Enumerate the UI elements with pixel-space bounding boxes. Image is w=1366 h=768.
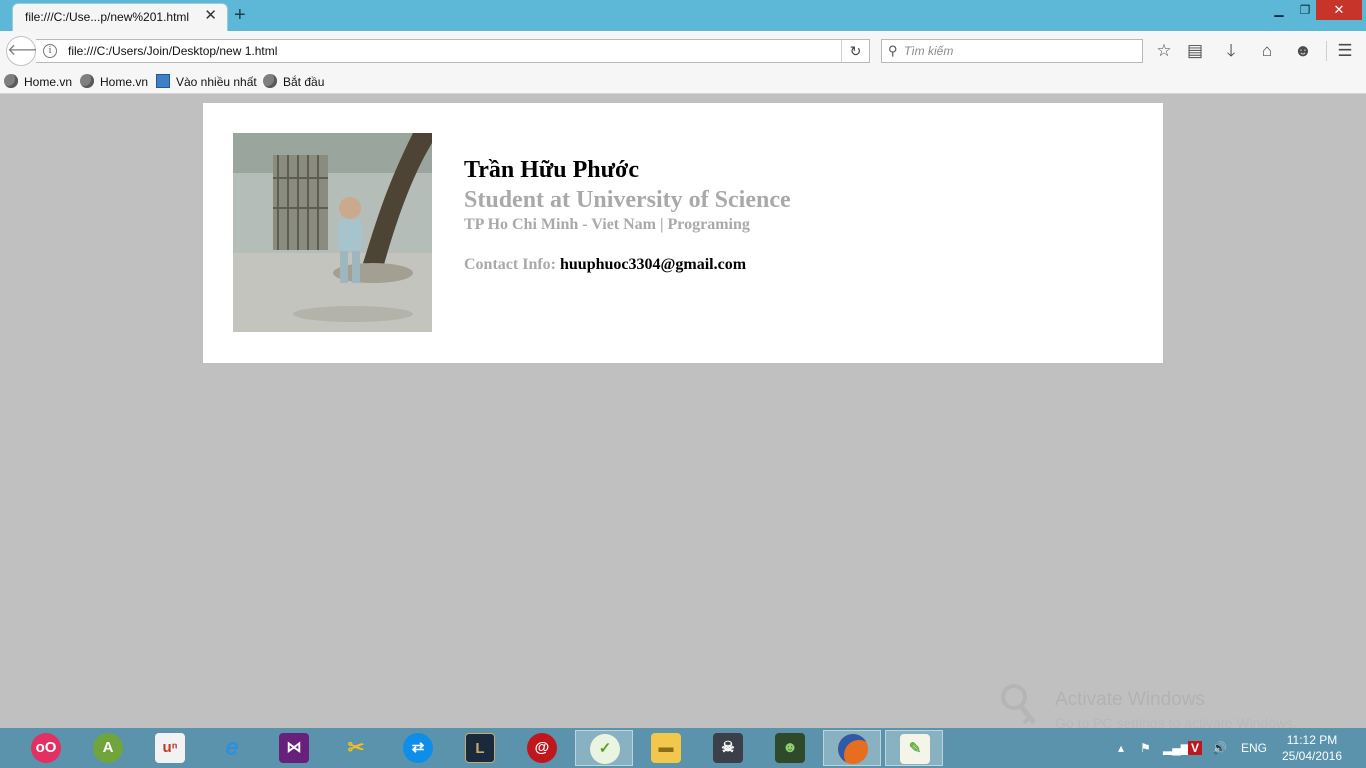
android-studio-icon: A (93, 733, 123, 763)
bookmark-label: Vào nhiều nhất (176, 75, 257, 89)
profile-card: Trần Hữu Phước Student at University of … (203, 103, 1163, 363)
clock-time: 11:12 PM (1286, 733, 1338, 747)
internet-explorer-icon: e (225, 734, 239, 761)
taskbar-app-internet-explorer[interactable]: e (203, 730, 261, 766)
browser-titlebar: file:///C:/Use...p/new%201.html ✕ + ▁ ❐ … (0, 0, 1366, 31)
league-of-legends-icon: L (465, 733, 495, 763)
globe-icon (80, 74, 94, 88)
profile-location: TP Ho Chi Minh - Viet Nam | Programing (464, 216, 750, 233)
volume-icon[interactable]: 🔊 (1212, 728, 1227, 768)
taskbar-app-flickr[interactable]: oO (17, 730, 75, 766)
show-hidden-icons-icon[interactable]: ▴ (1118, 728, 1124, 768)
antivirus-v-icon[interactable]: V (1188, 728, 1203, 768)
red-spiral-icon: @ (527, 733, 557, 763)
tools-icon: ✂ (347, 737, 365, 759)
taskbar-app-tools[interactable]: ✂ (327, 730, 385, 766)
taskbar-app-visual-studio[interactable]: ⋈ (265, 730, 323, 766)
home-icon[interactable]: ⌂ (1256, 40, 1278, 62)
menu-icon[interactable]: ☰ (1334, 40, 1356, 62)
bookmark-home-vn-2[interactable]: Home.vn (80, 74, 148, 90)
downloads-icon[interactable]: 🡓 (1220, 40, 1242, 62)
url-text[interactable]: file:///C:/Users/Join/Desktop/new 1.html (68, 44, 277, 58)
back-button[interactable]: 🡐 (6, 36, 50, 66)
folder-icon: ▬ (651, 733, 681, 763)
search-input[interactable] (904, 42, 1134, 60)
new-tab-button[interactable]: + (234, 3, 246, 27)
globe-icon (4, 74, 18, 88)
bookmark-label: Home.vn (24, 75, 73, 89)
network-signal-icon[interactable]: ▂▄▆ (1163, 728, 1190, 768)
flickr-icon: oO (31, 733, 61, 763)
close-window-button[interactable]: ✕ (1316, 0, 1362, 20)
bookmark-most-visited[interactable]: Vào nhiều nhất (156, 74, 257, 90)
teamviewer-icon: ⇄ (403, 733, 433, 763)
taskbar-app-game-1[interactable]: ☠ (699, 730, 757, 766)
bookmark-home-vn-1[interactable]: Home.vn (4, 74, 72, 90)
reading-list-icon[interactable]: ▤ (1184, 40, 1206, 62)
windows-taskbar: oO A uⁿ e ⋈ ✂ ⇄ L @ ✓ ▬ ☠ ☻ ✎ ▴ ⚑ ▂▄▆ V … (0, 728, 1366, 768)
bookmarks-toolbar: Home.vn Home.vn Vào nhiều nhất Bắt đầu (0, 70, 1366, 94)
search-icon: ⚲ (888, 43, 898, 58)
notepad-plus-plus-icon: ✎ (900, 734, 930, 764)
contact-label: Contact Info: (464, 256, 556, 273)
chat-icon[interactable]: ☻ (1292, 40, 1314, 62)
taskbar-app-unikey[interactable]: uⁿ (141, 730, 199, 766)
coc-coc-icon: ✓ (590, 734, 620, 764)
taskbar-app-file-explorer[interactable]: ▬ (637, 730, 695, 766)
key-icon (1001, 684, 1036, 725)
contact-info: Contact Info: huuphuoc3304@gmail.com (464, 255, 791, 275)
taskbar-app-league-of-legends[interactable]: L (451, 730, 509, 766)
taskbar-app-red-circle[interactable]: @ (513, 730, 571, 766)
system-clock[interactable]: 11:12 PM 25/04/2016 (1276, 732, 1348, 764)
game-character-icon: ☠ (713, 733, 743, 763)
clock-date: 25/04/2016 (1281, 749, 1343, 763)
activate-windows-title: Activate Windows (1055, 689, 1205, 710)
taskbar-app-notepad-plus-plus[interactable]: ✎ (885, 730, 943, 766)
taskbar-app-teamviewer[interactable]: ⇄ (389, 730, 447, 766)
url-bar[interactable]: i file:///C:/Users/Join/Desktop/new 1.ht… (36, 39, 870, 63)
bookmark-label: Home.vn (100, 75, 149, 89)
taskbar-app-firefox[interactable] (823, 730, 881, 766)
bookmark-label: Bắt đầu (283, 75, 325, 89)
taskbar-app-coc-coc[interactable]: ✓ (575, 730, 633, 766)
visual-studio-icon: ⋈ (279, 733, 309, 763)
tab-active[interactable]: file:///C:/Use...p/new%201.html ✕ (12, 3, 228, 31)
action-center-flag-icon[interactable]: ⚑ (1140, 728, 1151, 768)
toolbar-separator (1326, 41, 1327, 61)
profile-photo (233, 133, 432, 332)
taskbar-app-game-2[interactable]: ☻ (761, 730, 819, 766)
profile-photo-image (233, 133, 432, 332)
bookmark-getting-started[interactable]: Bắt đầu (263, 74, 324, 90)
unikey-icon: uⁿ (155, 733, 185, 763)
reload-button[interactable]: ↻ (841, 40, 869, 62)
site-info-icon[interactable]: i (43, 44, 57, 58)
contact-email: huuphuoc3304@gmail.com (560, 256, 747, 273)
folder-icon (156, 74, 170, 88)
profile-info: Trần Hữu Phước Student at University of … (464, 155, 791, 275)
navigation-toolbar: 🡐 i file:///C:/Users/Join/Desktop/new 1.… (0, 31, 1366, 70)
globe-icon (263, 74, 277, 88)
language-indicator[interactable]: ENG (1241, 728, 1267, 768)
close-tab-icon[interactable]: ✕ (204, 8, 217, 24)
firefox-icon (838, 734, 868, 764)
tab-title: file:///C:/Use...p/new%201.html (25, 10, 190, 24)
game-creature-icon: ☻ (775, 733, 805, 763)
search-box[interactable]: ⚲ (881, 39, 1143, 63)
bookmark-star-icon[interactable]: ☆ (1153, 40, 1175, 62)
profile-name: Trần Hữu Phước (464, 157, 639, 183)
taskbar-app-android-studio[interactable]: A (79, 730, 137, 766)
profile-role: Student at University of Science (464, 187, 791, 213)
